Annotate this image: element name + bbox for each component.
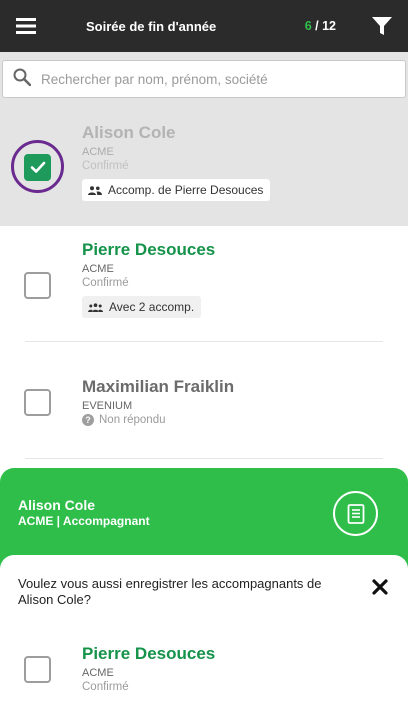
guest-status: ? Non répondu: [82, 413, 234, 427]
guest-company: ACME: [82, 263, 114, 275]
guest-status-label: Non répondu: [99, 414, 166, 426]
people-icon: [88, 185, 102, 195]
guest-row[interactable]: Maximilian Fraiklin EVENIUM ? Non répond…: [0, 342, 408, 458]
companion-badge-label: Accomp. de Pierre Desouces: [108, 183, 264, 197]
companion-checkbox[interactable]: [24, 656, 51, 683]
companion-status: Confirmé: [82, 681, 129, 693]
search-icon: [13, 68, 32, 91]
guest-info: Pierre Desouces ACME Confirmé Avec 2 acc…: [82, 240, 215, 318]
companion-badge: Avec 2 accomp.: [82, 296, 202, 318]
checkin-counter: 6 / 12: [305, 19, 336, 33]
guest-status: Confirmé: [82, 277, 129, 289]
panel-guest-name: Alison Cole: [18, 497, 96, 513]
question-icon: ?: [82, 414, 94, 426]
guest-name: Pierre Desouces: [82, 240, 216, 259]
guest-checkbox[interactable]: [24, 272, 51, 299]
companions-dialog: Voulez vous aussi enregistrer les accomp…: [0, 555, 408, 706]
row-divider: [25, 458, 383, 459]
dialog-question: Voulez vous aussi enregistrer les accomp…: [18, 576, 322, 607]
guest-row[interactable]: Pierre Desouces ACME Confirmé Avec 2 acc…: [0, 226, 408, 341]
filter-icon[interactable]: [356, 0, 408, 52]
checkin-count-done: 6: [304, 19, 312, 33]
companion-info: Pierre Desouces ACME Confirmé: [82, 644, 215, 694]
search-bar: [0, 52, 408, 108]
search-box: [2, 60, 406, 98]
guest-info: Maximilian Fraiklin EVENIUM ? Non répond…: [82, 377, 234, 427]
companion-company: ACME: [82, 667, 114, 679]
companion-name: Pierre Desouces: [82, 644, 216, 663]
guest-name: Maximilian Fraiklin: [82, 377, 235, 396]
search-input[interactable]: [41, 71, 381, 87]
panel-guest-subtitle: ACME | Accompagnant: [18, 514, 150, 528]
checkin-count-total: / 12: [315, 19, 336, 33]
event-title: Soirée de fin d'année: [86, 18, 217, 34]
guest-name: Alison Cole: [82, 123, 176, 142]
guest-company: ACME: [82, 146, 114, 158]
notes-icon[interactable]: [333, 491, 378, 536]
companion-badge-label: Avec 2 accomp.: [109, 300, 195, 314]
guest-info: Alison Cole ACME Confirmé Accomp. de Pie…: [82, 123, 271, 201]
highlight-ring: [11, 140, 64, 193]
guest-status: Confirmé: [82, 160, 129, 172]
hamburger-icon[interactable]: [0, 0, 52, 52]
top-bar: Soirée de fin d'année 6 / 12: [0, 0, 408, 52]
companion-badge: Accomp. de Pierre Desouces: [82, 179, 271, 201]
group-icon: [88, 302, 103, 312]
guest-company: EVENIUM: [82, 400, 133, 412]
close-icon[interactable]: [368, 575, 392, 599]
guest-checkbox[interactable]: [24, 389, 51, 416]
